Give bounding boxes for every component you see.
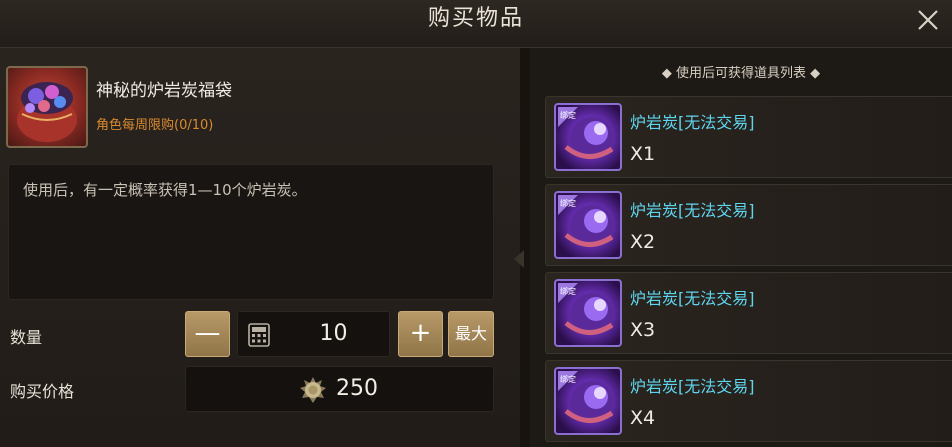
quantity-value[interactable]: 10 bbox=[278, 312, 389, 356]
reward-name: 炉岩炭[无法交易] bbox=[630, 377, 755, 396]
window-title: 购买物品 bbox=[427, 6, 524, 31]
reward-name: 炉岩炭[无法交易] bbox=[630, 113, 755, 132]
bound-badge: 绑定 bbox=[560, 110, 576, 120]
title-bar: 购买物品 bbox=[0, 0, 952, 48]
bound-badge: 绑定 bbox=[560, 198, 576, 208]
reward-quantity: X1 bbox=[630, 143, 656, 165]
reward-quantity: X3 bbox=[630, 319, 656, 341]
divider-arrow-icon bbox=[514, 250, 524, 268]
reward-name: 炉岩炭[无法交易] bbox=[630, 201, 755, 220]
item-detail-panel: 神秘的炉岩炭福袋 角色每周限购(0/10) 使用后，有一定概率获得1—10个炉岩… bbox=[0, 48, 520, 447]
price-value: 250 bbox=[336, 376, 378, 401]
charcoal-orb-icon: 绑定 bbox=[554, 103, 622, 171]
reward-quantity: X2 bbox=[630, 231, 656, 253]
list-item[interactable]: 绑定 炉岩炭[无法交易] X2 bbox=[545, 184, 952, 266]
decrease-button[interactable]: — bbox=[185, 311, 230, 357]
list-item[interactable]: 绑定 炉岩炭[无法交易] X3 bbox=[545, 272, 952, 354]
charcoal-orb-icon: 绑定 bbox=[554, 367, 622, 435]
bound-badge: 绑定 bbox=[560, 374, 576, 384]
reward-name: 炉岩炭[无法交易] bbox=[630, 289, 755, 308]
calculator-icon[interactable] bbox=[248, 323, 270, 347]
list-item[interactable]: 绑定 炉岩炭[无法交易] X4 bbox=[545, 360, 952, 442]
list-item[interactable]: 绑定 炉岩炭[无法交易] X1 bbox=[545, 96, 952, 178]
charcoal-orb-icon: 绑定 bbox=[554, 191, 622, 259]
quantity-stepper[interactable]: 10 bbox=[237, 311, 390, 357]
gold-coin-icon bbox=[300, 377, 326, 403]
reward-quantity: X4 bbox=[630, 407, 656, 429]
lucky-bag-icon bbox=[6, 66, 88, 148]
quantity-label: 数量 bbox=[10, 328, 43, 347]
increase-button[interactable]: + bbox=[398, 311, 443, 357]
charcoal-orb-icon: 绑定 bbox=[554, 279, 622, 347]
price-label: 购买价格 bbox=[10, 382, 75, 401]
reward-list-header: ◆ 使用后可获得道具列表 ◆ bbox=[661, 66, 821, 81]
price-field: 250 bbox=[185, 366, 494, 412]
bound-badge: 绑定 bbox=[560, 286, 576, 296]
close-icon[interactable] bbox=[912, 4, 944, 36]
item-description: 使用后，有一定概率获得1—10个炉岩炭。 bbox=[23, 181, 307, 199]
item-name: 神秘的炉岩炭福袋 bbox=[96, 81, 232, 101]
panel-divider bbox=[520, 48, 530, 447]
description-box: 使用后，有一定概率获得1—10个炉岩炭。 bbox=[8, 164, 494, 300]
purchase-limit: 角色每周限购(0/10) bbox=[96, 118, 214, 133]
reward-list-panel: ◆ 使用后可获得道具列表 ◆ 绑定 炉岩炭[无法交易] X1 绑定 炉岩炭[无法… bbox=[530, 48, 952, 447]
max-button[interactable]: 最大 bbox=[448, 311, 494, 357]
